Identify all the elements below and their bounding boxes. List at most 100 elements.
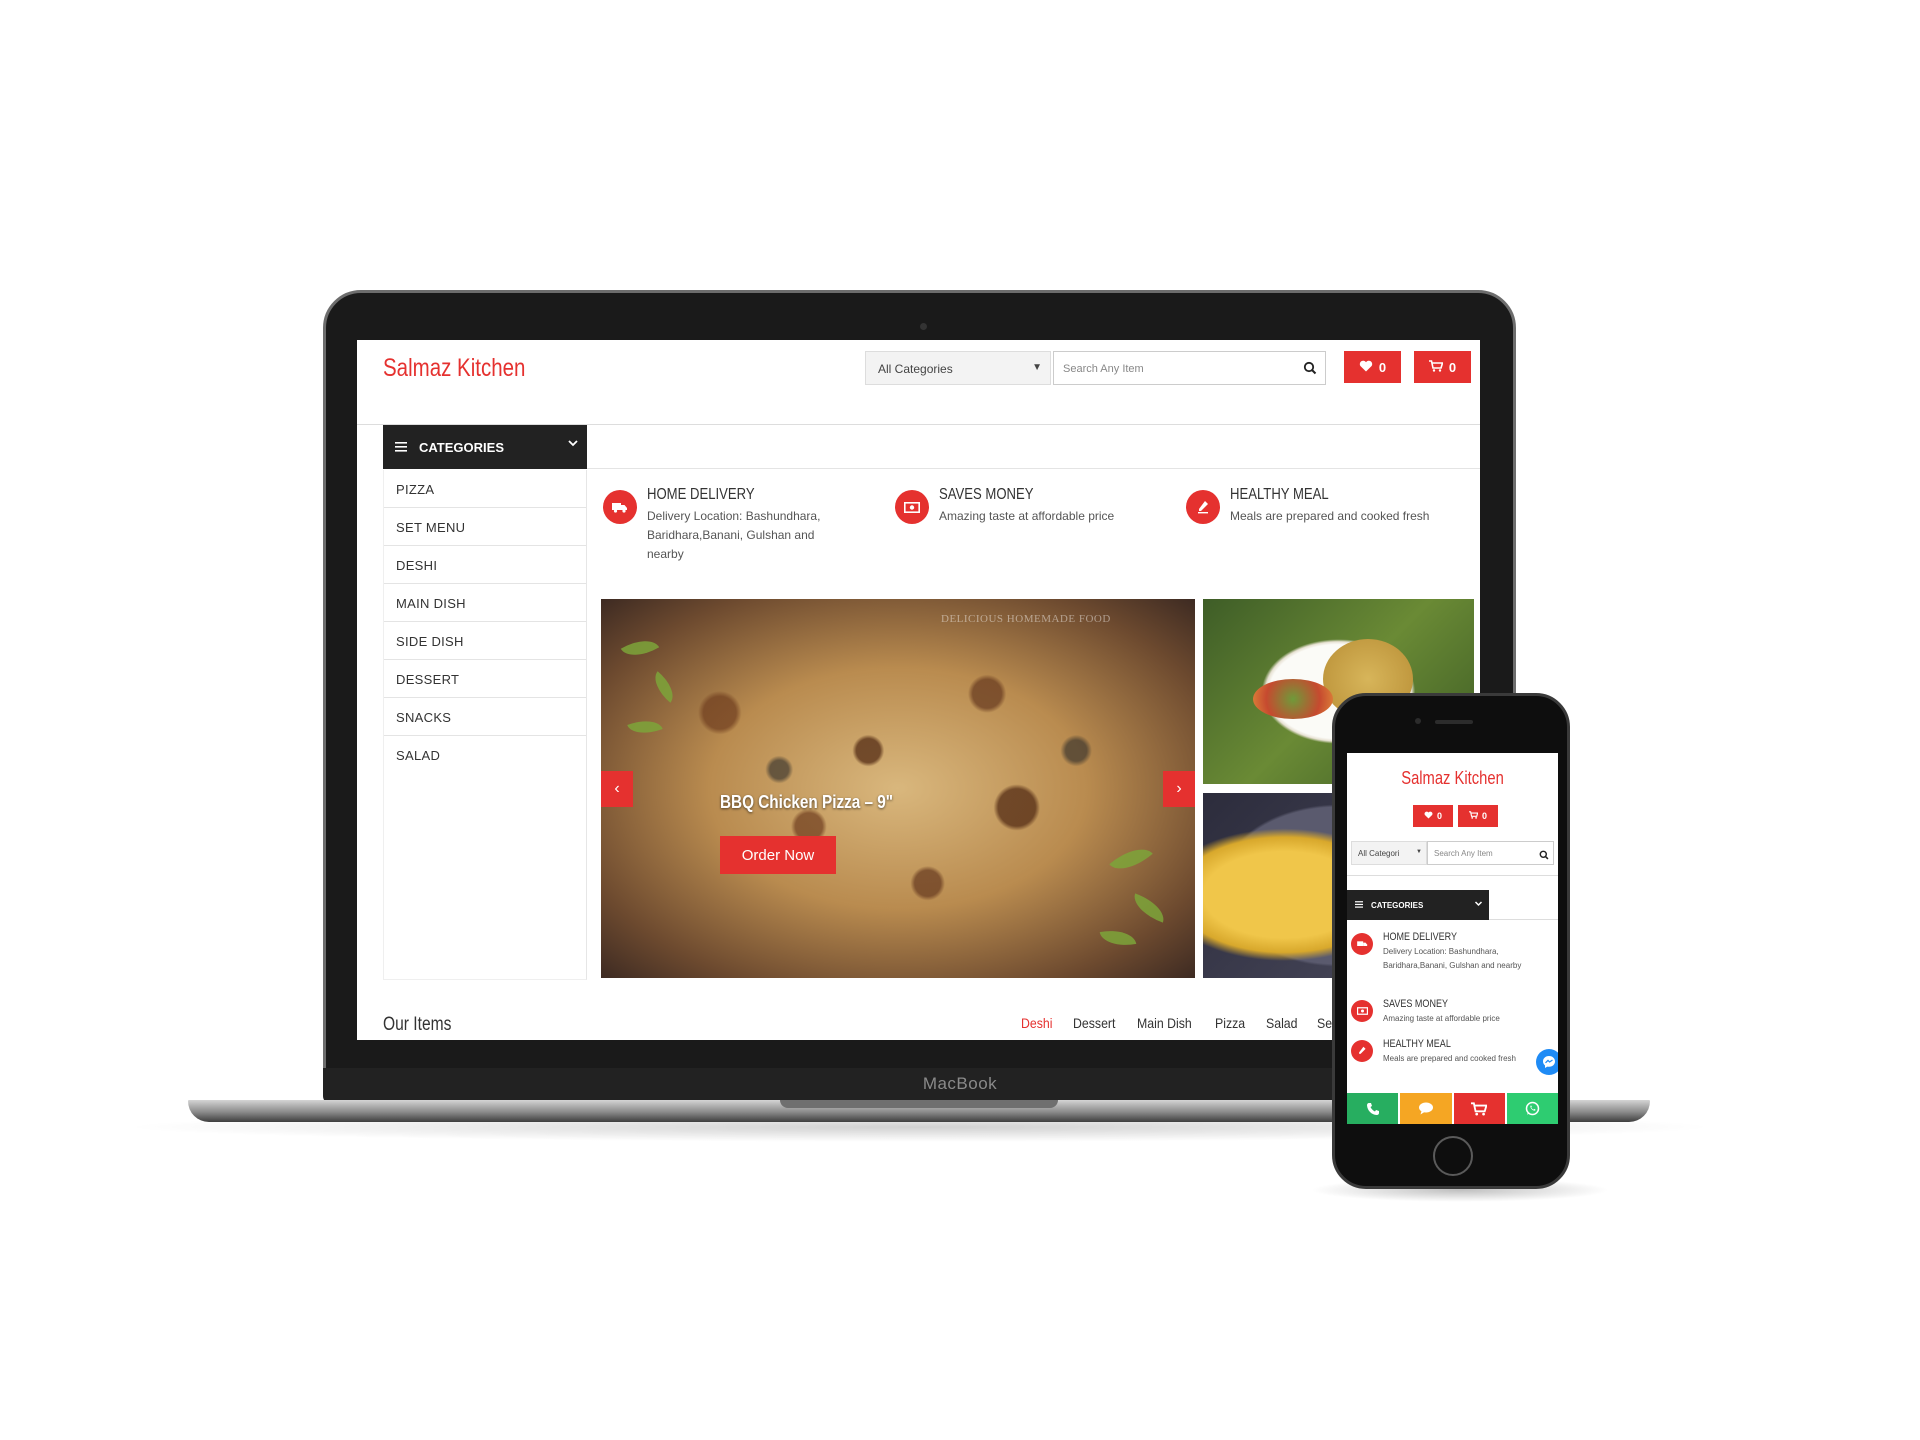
- wishlist-count: 0: [1378, 359, 1387, 375]
- search-input[interactable]: Search Any Item: [1053, 351, 1326, 385]
- category-select[interactable]: All Categories ▼: [865, 351, 1051, 385]
- site-logo[interactable]: Salmaz Kitchen: [383, 354, 525, 383]
- phone-categories-toggle[interactable]: CATEGORIES: [1347, 890, 1489, 920]
- cart-icon: [1428, 359, 1444, 375]
- search-icon[interactable]: [1539, 847, 1549, 865]
- money-icon: [895, 490, 929, 524]
- order-now-button[interactable]: Order Now: [720, 836, 836, 874]
- messenger-icon[interactable]: [1536, 1049, 1558, 1075]
- phone-feature-text: Delivery Location: Bashundhara, Baridhar…: [1383, 947, 1522, 970]
- salad-decoration: [1253, 679, 1333, 719]
- phone-feature-text: Meals are prepared and cooked fresh: [1383, 1054, 1516, 1063]
- tab-main-dish[interactable]: Main Dish: [1137, 1015, 1192, 1031]
- category-item-pizza[interactable]: PIZZA: [384, 470, 586, 508]
- phone-feature-text: Amazing taste at affordable price: [1383, 1014, 1500, 1023]
- phone-bottom-bar: [1347, 1093, 1558, 1124]
- whatsapp-icon[interactable]: [1506, 1093, 1558, 1124]
- category-list: PIZZA SET MENU DESHI MAIN DISH SIDE DISH…: [383, 470, 587, 980]
- laptop-screen: Salmaz Kitchen All Categories ▼ Search A…: [357, 340, 1480, 1040]
- chevron-down-icon: [567, 437, 579, 452]
- chef-icon: [1351, 1040, 1373, 1062]
- mockup-stage: MacBook Salmaz Kitchen All Categories ▼ …: [0, 0, 1920, 1440]
- laptop-notch: [780, 1100, 1058, 1108]
- phone-search-input[interactable]: Search Any Item: [1427, 841, 1554, 865]
- feature-title: HEALTHY MEAL: [1230, 486, 1329, 503]
- cart-icon: [1468, 811, 1479, 821]
- category-item-deshi[interactable]: DESHI: [384, 546, 586, 584]
- phone-wishlist-button[interactable]: 0: [1413, 805, 1453, 827]
- phone-feature-title: HEALTHY MEAL: [1383, 1038, 1451, 1050]
- truck-icon: [603, 490, 637, 524]
- phone-camera: [1415, 718, 1421, 724]
- category-item-salad[interactable]: SALAD: [384, 736, 586, 774]
- tab-salad[interactable]: Salad: [1266, 1015, 1298, 1031]
- tab-dessert[interactable]: Dessert: [1073, 1015, 1115, 1031]
- cart-count: 0: [1448, 359, 1457, 375]
- item-tabs: Deshi Dessert Main Dish Pizza Salad Set …: [1021, 1015, 1377, 1031]
- leaf-decoration: [1129, 893, 1169, 923]
- slide-title: BBQ Chicken Pizza – 9": [720, 792, 894, 812]
- wishlist-button[interactable]: 0: [1344, 351, 1401, 383]
- chef-icon: [1186, 490, 1220, 524]
- category-item-dessert[interactable]: DESSERT: [384, 660, 586, 698]
- category-item-main-dish[interactable]: MAIN DISH: [384, 584, 586, 622]
- heart-icon: [1359, 360, 1373, 375]
- truck-icon: [1351, 933, 1373, 955]
- category-item-snacks[interactable]: SNACKS: [384, 698, 586, 736]
- tab-deshi[interactable]: Deshi: [1021, 1015, 1053, 1031]
- menu-icon: [1355, 900, 1363, 910]
- phone-body: Salmaz Kitchen 0 0 All Categori ▼ Search…: [1332, 693, 1570, 1189]
- heart-icon: [1424, 811, 1433, 821]
- nav-divider: [587, 468, 1480, 469]
- chevron-down-icon: [1474, 899, 1483, 910]
- phone-category-select[interactable]: All Categori ▼: [1351, 841, 1427, 865]
- phone-header-divider: [1347, 875, 1558, 876]
- laptop-camera: [920, 323, 927, 330]
- phone-site-logo[interactable]: Salmaz Kitchen: [1366, 768, 1539, 789]
- phone-feature-title: SAVES MONEY: [1383, 998, 1448, 1010]
- search-placeholder: Search Any Item: [1063, 363, 1144, 375]
- phone-icon[interactable]: [1347, 1093, 1399, 1124]
- leaf-decoration: [620, 631, 660, 665]
- leaf-decoration: [627, 714, 663, 740]
- phone-feature-title: HOME DELIVERY: [1383, 931, 1458, 943]
- laptop-brand-label: MacBook: [922, 1074, 998, 1093]
- cart-button[interactable]: 0: [1414, 351, 1471, 383]
- leaf-decoration: [1099, 926, 1137, 950]
- feature-title: SAVES MONEY: [939, 486, 1034, 503]
- slider-next-button[interactable]: ›: [1163, 771, 1195, 807]
- cart-icon[interactable]: [1453, 1093, 1505, 1124]
- feature-title: HOME DELIVERY: [647, 486, 755, 503]
- phone-home-button[interactable]: [1433, 1136, 1473, 1176]
- money-icon: [1351, 1000, 1373, 1022]
- phone-nav-divider: [1489, 919, 1558, 920]
- menu-icon: [395, 440, 407, 455]
- dropdown-arrow-icon: ▼: [1416, 849, 1422, 855]
- phone-speaker: [1435, 720, 1473, 724]
- tab-pizza[interactable]: Pizza: [1215, 1015, 1245, 1031]
- phone-cart-button[interactable]: 0: [1458, 805, 1498, 827]
- phone-cart-count: 0: [1481, 811, 1487, 821]
- phone-search-placeholder: Search Any Item: [1434, 849, 1493, 858]
- category-item-side-dish[interactable]: SIDE DISH: [384, 622, 586, 660]
- search-icon[interactable]: [1303, 361, 1317, 380]
- our-items-title: Our Items: [383, 1014, 452, 1035]
- phone-screen: Salmaz Kitchen 0 0 All Categori ▼ Search…: [1347, 753, 1558, 1124]
- categories-toggle[interactable]: CATEGORIES: [383, 425, 587, 469]
- dropdown-arrow-icon: ▼: [1032, 362, 1042, 373]
- chat-icon[interactable]: [1400, 1093, 1452, 1124]
- hero-slider[interactable]: DELICIOUS HOMEMADE FOOD BBQ Chicken Pizz…: [601, 599, 1195, 978]
- feature-text: Meals are prepared and cooked fresh: [1230, 509, 1430, 523]
- phone-category-select-value: All Categori: [1358, 849, 1400, 858]
- category-select-value: All Categories: [878, 362, 953, 376]
- category-item-set-menu[interactable]: SET MENU: [384, 508, 586, 546]
- feature-text: Delivery Location: Bashundhara, Baridhar…: [647, 509, 821, 561]
- phone-categories-title: CATEGORIES: [1371, 900, 1424, 910]
- feature-text: Amazing taste at affordable price: [939, 509, 1115, 523]
- slider-prev-button[interactable]: ‹: [601, 771, 633, 807]
- leaf-decoration: [647, 671, 681, 703]
- categories-title: CATEGORIES: [419, 439, 504, 455]
- leaf-decoration: [1109, 838, 1153, 880]
- slider-watermark: DELICIOUS HOMEMADE FOOD: [941, 613, 1111, 625]
- phone-wishlist-count: 0: [1436, 811, 1442, 821]
